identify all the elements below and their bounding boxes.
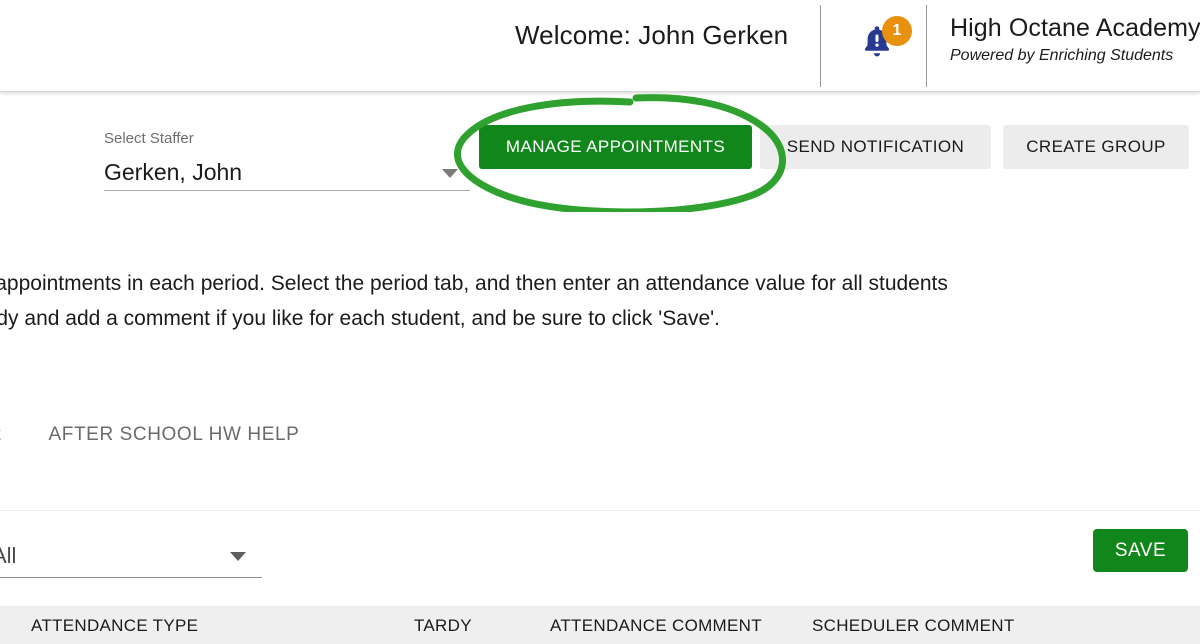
- save-button[interactable]: SAVE: [1093, 529, 1188, 572]
- instructions-line-1: or student appointments in each period. …: [0, 272, 948, 295]
- column-header-tardy: TARDY: [414, 616, 472, 635]
- brand-block: High Octane Academy Powered by Enriching…: [950, 14, 1200, 65]
- app-header: Welcome: John Gerken 1 High Octane Acade…: [0, 0, 1200, 92]
- column-header-scheduler-comment: SCHEDULER COMMENT: [812, 616, 1015, 635]
- manage-appointments-button[interactable]: MANAGE APPOINTMENTS: [479, 125, 752, 169]
- instructions-line-2: . Select tardy and add a comment if you …: [0, 307, 720, 330]
- select-staffer-control[interactable]: Gerken, John: [104, 157, 470, 191]
- attendance-for-all-dropdown[interactable]: dance For All: [0, 540, 262, 578]
- tab-after-school-hw-help[interactable]: AFTER SCHOOL HW HELP: [48, 424, 299, 446]
- tabs-divider: [0, 510, 1200, 511]
- welcome-message: Welcome: John Gerken: [515, 20, 789, 50]
- header-divider-right: [926, 5, 927, 87]
- instructions-text: or student appointments in each period. …: [0, 266, 1186, 336]
- attendance-for-all-control[interactable]: dance For All: [0, 540, 262, 578]
- header-divider-left: [820, 5, 821, 87]
- attendance-for-all-value: dance For All: [0, 543, 17, 568]
- send-notification-button[interactable]: SEND NOTIFICATION: [760, 125, 991, 169]
- chevron-down-icon: [230, 552, 246, 561]
- select-staffer-dropdown[interactable]: Select Staffer Gerken, John: [104, 130, 470, 191]
- select-staffer-value: Gerken, John: [104, 159, 243, 185]
- tab-block-2[interactable]: OCK 2: [0, 424, 2, 446]
- column-header-attendance-comment: ATTENDANCE COMMENT: [550, 616, 762, 635]
- brand-subtitle: Powered by Enriching Students: [950, 47, 1174, 64]
- period-tabs: OCK 2 AFTER SCHOOL HW HELP: [0, 424, 341, 464]
- column-header-attendance-type: ATTENDANCE TYPE: [31, 616, 199, 635]
- attendance-table-header: ATTENDANCE TYPE TARDY ATTENDANCE COMMENT…: [0, 606, 1200, 644]
- notification-bell-button[interactable]: 1: [856, 16, 916, 72]
- chevron-down-icon: [442, 169, 458, 178]
- app-root: Welcome: John Gerken 1 High Octane Acade…: [0, 0, 1200, 644]
- create-group-button[interactable]: CREATE GROUP: [1003, 125, 1189, 169]
- brand-title: High Octane Academy: [950, 14, 1200, 42]
- notification-count-badge: 1: [882, 16, 912, 46]
- select-staffer-label: Select Staffer: [104, 130, 194, 147]
